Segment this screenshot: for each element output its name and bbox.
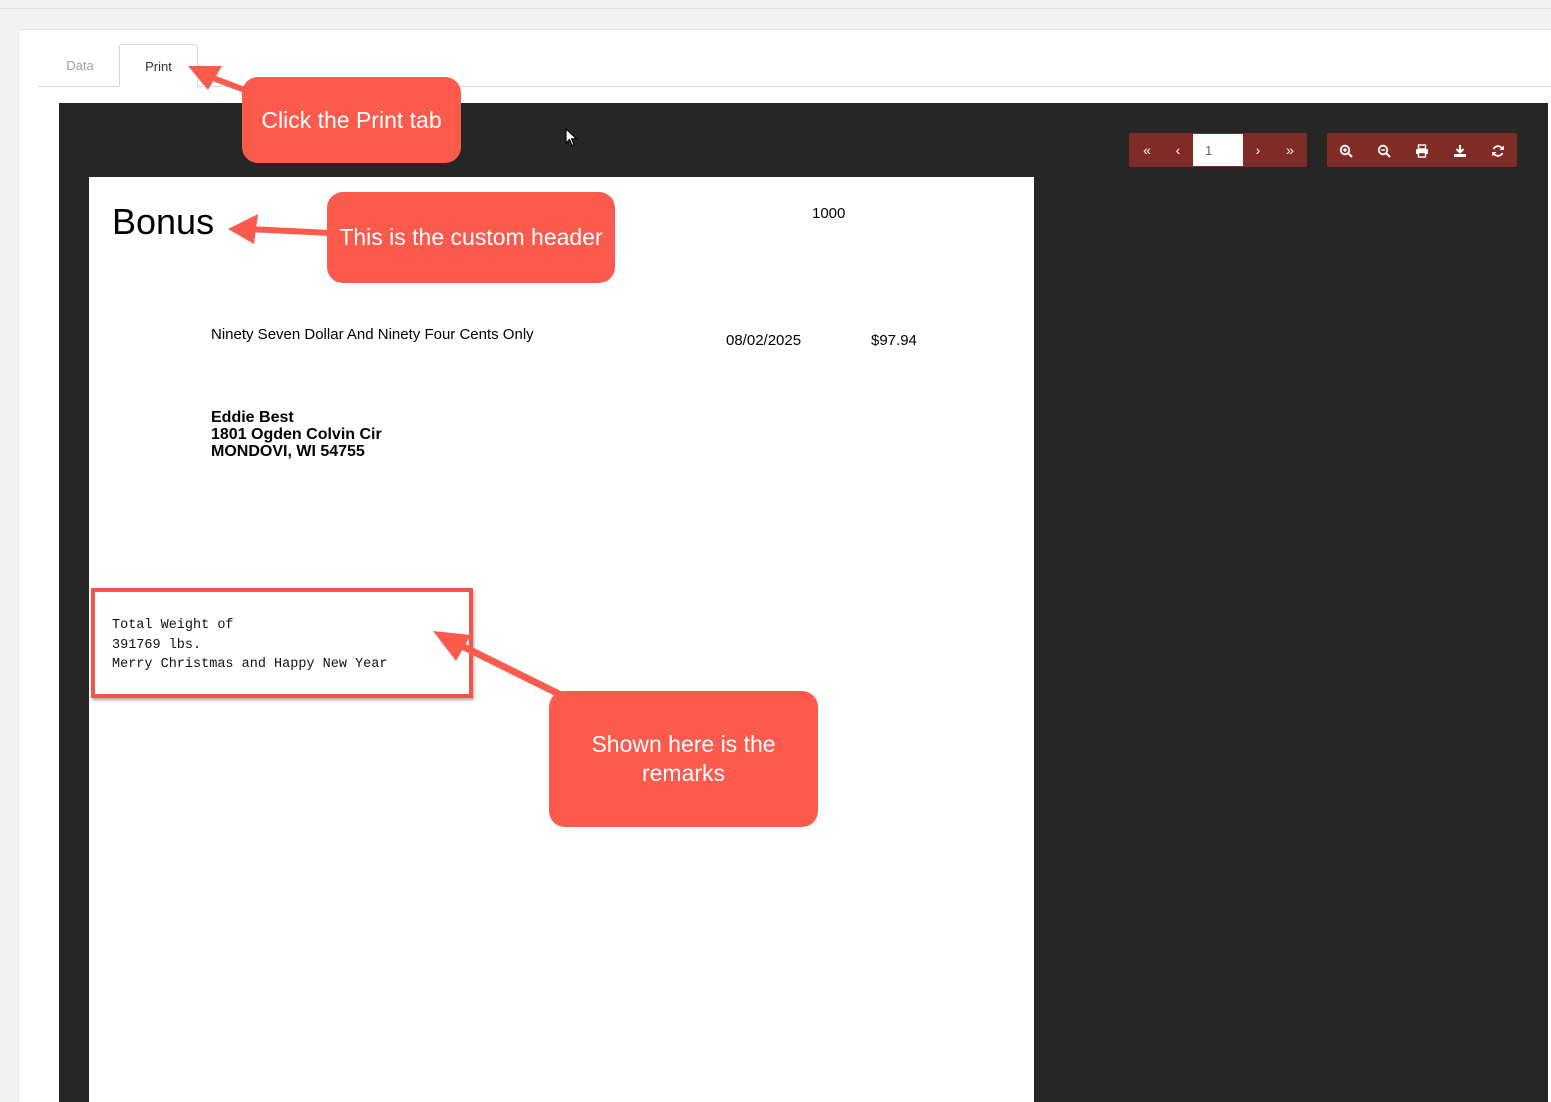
zoom-out-icon (1377, 145, 1391, 159)
tab-data[interactable]: Data (50, 44, 110, 87)
check-number: 1000 (812, 205, 846, 222)
check-amount: $97.94 (871, 332, 917, 349)
payee-name: Eddie Best (211, 409, 294, 426)
callout-remarks: Shown here is the remarks (549, 691, 818, 827)
payee-city: MONDOVI, WI 54755 (211, 443, 365, 460)
mouse-cursor-icon (565, 128, 578, 147)
first-page-button[interactable]: « (1131, 133, 1163, 167)
payee-street: 1801 Ogden Colvin Cir (211, 426, 382, 443)
remarks-line: Total Weight of (112, 618, 234, 633)
check-date: 08/02/2025 (726, 332, 802, 349)
remarks-line: 391769 lbs. (112, 637, 202, 653)
refresh-button[interactable] (1482, 133, 1514, 167)
print-button[interactable] (1406, 133, 1438, 167)
pager-toolbar: « ‹ › » (1129, 133, 1307, 167)
window-top-strip (0, 0, 1551, 9)
tab-print[interactable]: Print (119, 44, 198, 87)
zoom-out-button[interactable] (1368, 133, 1400, 167)
payee-address: Eddie Best 1801 Ogden Colvin Cir MONDOVI… (211, 409, 382, 460)
custom-header-title: Bonus (112, 201, 215, 242)
next-page-button[interactable]: › (1242, 133, 1274, 167)
last-page-button[interactable]: » (1274, 133, 1306, 167)
remarks-line: Merry Christmas and Happy New Year (112, 657, 388, 672)
amount-in-words: Ninety Seven Dollar And Ninety Four Cent… (211, 326, 534, 343)
prev-page-button[interactable]: ‹ (1162, 133, 1194, 167)
download-icon (1454, 145, 1466, 158)
page-number-input[interactable] (1193, 134, 1243, 166)
remarks-text: Total Weight of 391769 lbs. Merry Christma… (112, 616, 387, 675)
print-icon (1416, 144, 1428, 158)
zoom-in-icon (1339, 145, 1353, 159)
refresh-icon (1492, 145, 1504, 157)
download-button[interactable] (1444, 133, 1476, 167)
viewer-tools-toolbar (1327, 133, 1517, 167)
zoom-in-button[interactable] (1330, 133, 1362, 167)
callout-custom-header: This is the custom header (327, 192, 615, 283)
callout-print-tab: Click the Print tab (242, 77, 461, 163)
